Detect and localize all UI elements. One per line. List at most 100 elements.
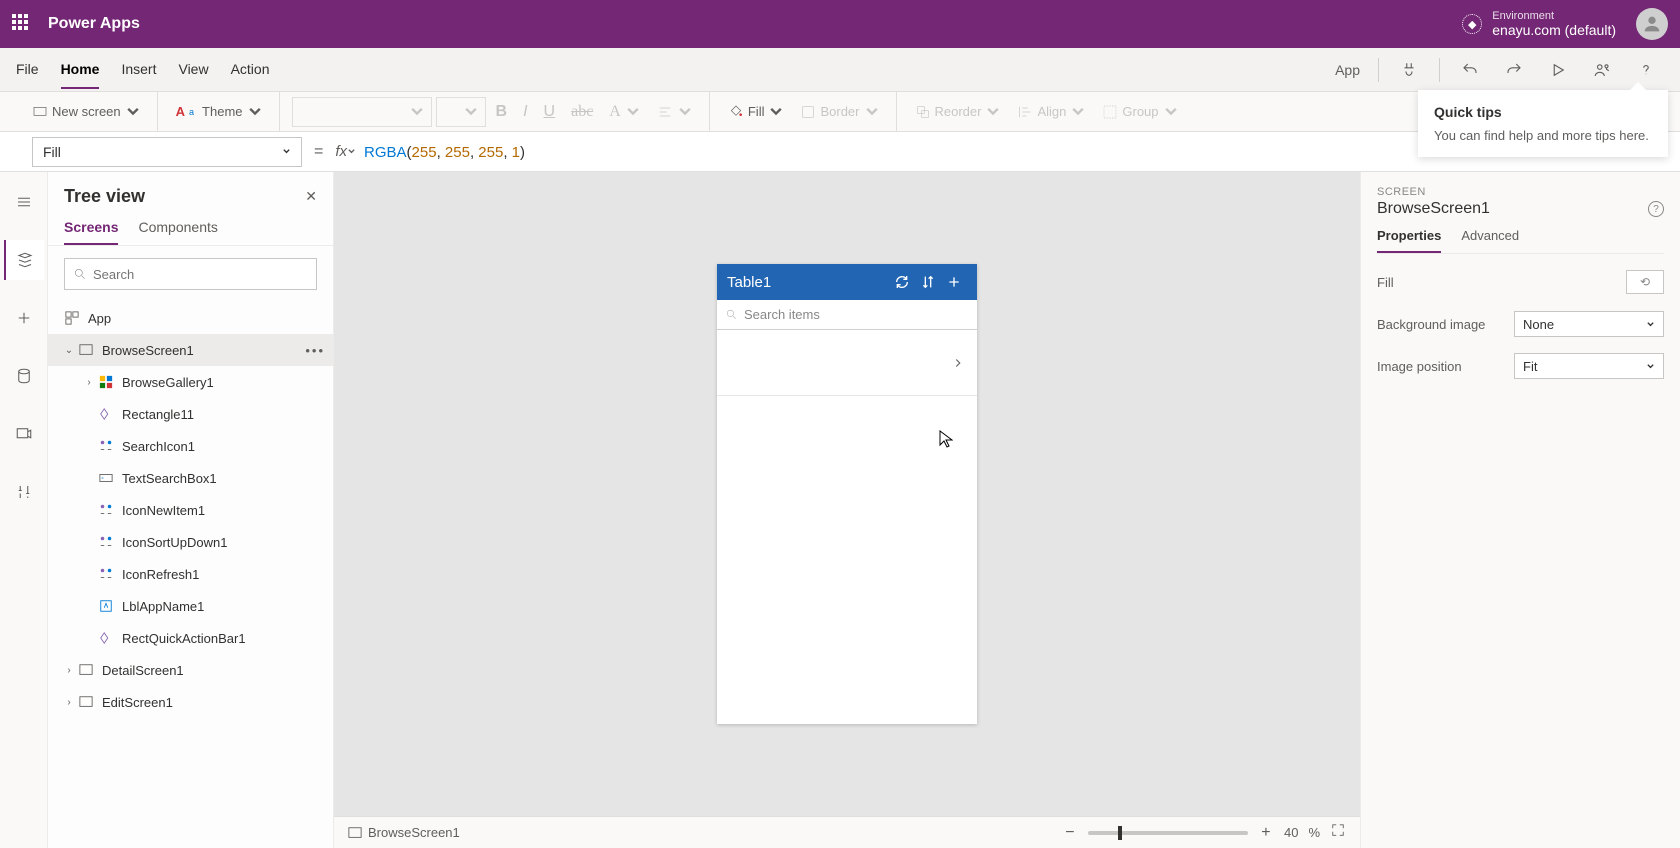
cursor-icon xyxy=(939,430,953,451)
tree-node-lblappname1[interactable]: LblAppName1 xyxy=(48,590,333,622)
preview-header: Table1 xyxy=(717,264,977,300)
redo-icon[interactable] xyxy=(1496,52,1532,88)
bold-button[interactable]: B xyxy=(490,97,514,127)
zoom-out-button[interactable]: − xyxy=(1062,824,1078,842)
tree-node-editscreen1[interactable]: ›EditScreen1 xyxy=(48,686,333,718)
menu-view[interactable]: View xyxy=(178,51,208,89)
search-icon xyxy=(73,267,87,281)
border-button[interactable]: Border xyxy=(794,97,885,127)
tree-node-browsescreen1[interactable]: ⌄ BrowseScreen1 ••• xyxy=(48,334,333,366)
chevron-right-icon[interactable]: › xyxy=(62,665,76,676)
app-checker-icon[interactable] xyxy=(1391,52,1427,88)
icon-node-icon xyxy=(98,566,114,582)
fit-to-window-icon[interactable] xyxy=(1330,823,1346,842)
text-align-button[interactable] xyxy=(651,97,699,127)
property-selector[interactable]: Fill xyxy=(32,137,302,167)
label-node-icon xyxy=(98,598,114,614)
refresh-icon[interactable] xyxy=(889,274,915,290)
gallery-node-icon xyxy=(98,374,114,390)
preview-search[interactable]: Search items xyxy=(717,300,977,330)
close-tree-icon[interactable]: ✕ xyxy=(305,188,317,205)
screen-footer-icon xyxy=(348,826,362,840)
group-button[interactable]: Group xyxy=(1096,97,1184,127)
tree-node-more-icon[interactable]: ••• xyxy=(305,343,325,358)
tree-node-detailscreen1[interactable]: ›DetailScreen1 xyxy=(48,654,333,686)
sort-icon[interactable] xyxy=(915,274,941,290)
tree-view-panel: Tree view ✕ Screens Components App ⌄ Bro… xyxy=(48,172,334,848)
fx-icon[interactable]: fx xyxy=(335,143,356,160)
quick-tips-tooltip: Quick tips You can find help and more ti… xyxy=(1418,90,1668,157)
tree-view-title: Tree view xyxy=(64,186,145,207)
font-select[interactable] xyxy=(292,97,432,127)
quick-tips-body: You can find help and more tips here. xyxy=(1434,128,1652,143)
prop-bg-select[interactable]: None xyxy=(1514,311,1664,337)
new-screen-button[interactable]: New screen xyxy=(26,97,147,127)
menu-insert[interactable]: Insert xyxy=(121,51,156,89)
chevron-right-icon[interactable]: › xyxy=(62,697,76,708)
zoom-in-button[interactable]: + xyxy=(1258,824,1274,842)
rail-media-icon[interactable] xyxy=(4,414,44,454)
strikethrough-button[interactable]: abc xyxy=(565,97,599,127)
chevron-down-icon[interactable]: ⌄ xyxy=(62,345,76,356)
app-header: Power Apps ◆ Environment enayu.com (defa… xyxy=(0,0,1680,48)
chevron-right-icon[interactable]: › xyxy=(82,377,96,388)
zoom-slider[interactable] xyxy=(1088,831,1248,835)
footer-screen-name[interactable]: BrowseScreen1 xyxy=(368,825,460,840)
rail-data-icon[interactable] xyxy=(4,356,44,396)
tree-node-textsearchbox1[interactable]: TextSearchBox1 xyxy=(48,462,333,494)
fill-button[interactable]: Fill xyxy=(722,97,791,127)
preview-search-placeholder: Search items xyxy=(744,307,820,322)
app-preview[interactable]: Table1 Search items xyxy=(717,264,977,724)
font-color-button[interactable]: A xyxy=(603,97,647,127)
environment-selector[interactable]: ◆ Environment enayu.com (default) xyxy=(1462,10,1616,38)
prop-bg-label: Background image xyxy=(1377,317,1485,332)
theme-button[interactable]: Aa Theme xyxy=(170,97,269,127)
prop-fill-swatch[interactable]: ⟲ xyxy=(1626,270,1664,294)
prop-pos-select[interactable]: Fit xyxy=(1514,353,1664,379)
menu-home[interactable]: Home xyxy=(61,51,100,89)
tree-tab-components[interactable]: Components xyxy=(138,219,217,245)
zoom-control: − + 40 % xyxy=(1062,823,1346,842)
props-tab-advanced[interactable]: Advanced xyxy=(1461,228,1519,253)
tree-search-input[interactable] xyxy=(64,258,317,290)
tree-node-browsegallery1[interactable]: › BrowseGallery1 xyxy=(48,366,333,398)
align-button[interactable]: Align xyxy=(1011,97,1092,127)
undo-icon[interactable] xyxy=(1452,52,1488,88)
screen-node-icon xyxy=(78,342,94,358)
tree-node-iconnewitem1[interactable]: IconNewItem1 xyxy=(48,494,333,526)
zoom-value: 40 xyxy=(1284,825,1298,840)
info-icon[interactable]: ? xyxy=(1648,201,1664,217)
reorder-button[interactable]: Reorder xyxy=(909,97,1008,127)
rail-hamburger-icon[interactable] xyxy=(4,182,44,222)
tree-search-field[interactable] xyxy=(93,267,308,282)
rectangle-node-icon xyxy=(98,406,114,422)
tree-node-rectangle11[interactable]: Rectangle11 xyxy=(48,398,333,430)
play-icon[interactable] xyxy=(1540,52,1576,88)
underline-button[interactable]: U xyxy=(538,97,562,127)
menu-file[interactable]: File xyxy=(16,51,39,89)
icon-node-icon xyxy=(98,534,114,550)
properties-panel: SCREEN BrowseScreen1 ? Properties Advanc… xyxy=(1360,172,1680,848)
share-icon[interactable] xyxy=(1584,52,1620,88)
rail-insert-icon[interactable] xyxy=(4,298,44,338)
menu-action[interactable]: Action xyxy=(231,51,270,89)
textinput-node-icon xyxy=(98,470,114,486)
tree-node-app[interactable]: App xyxy=(48,302,333,334)
user-avatar[interactable] xyxy=(1636,8,1668,40)
tree-tab-screens[interactable]: Screens xyxy=(64,219,118,245)
italic-button[interactable]: I xyxy=(517,97,533,127)
tree-node-rectquickactionbar1[interactable]: RectQuickActionBar1 xyxy=(48,622,333,654)
tree-node-iconrefresh1[interactable]: IconRefresh1 xyxy=(48,558,333,590)
app-launcher-icon[interactable] xyxy=(12,14,32,34)
app-label[interactable]: App xyxy=(1335,62,1360,78)
app-title: Power Apps xyxy=(48,15,140,33)
zoom-unit: % xyxy=(1308,825,1320,840)
rail-advanced-tools-icon[interactable] xyxy=(4,472,44,512)
add-icon[interactable] xyxy=(941,274,967,290)
tree-node-searchicon1[interactable]: SearchIcon1 xyxy=(48,430,333,462)
tree-node-iconsortupdown1[interactable]: IconSortUpDown1 xyxy=(48,526,333,558)
font-size-select[interactable] xyxy=(436,97,486,127)
preview-list-item[interactable] xyxy=(717,330,977,396)
rail-tree-view-icon[interactable] xyxy=(4,240,44,280)
props-tab-properties[interactable]: Properties xyxy=(1377,228,1441,253)
